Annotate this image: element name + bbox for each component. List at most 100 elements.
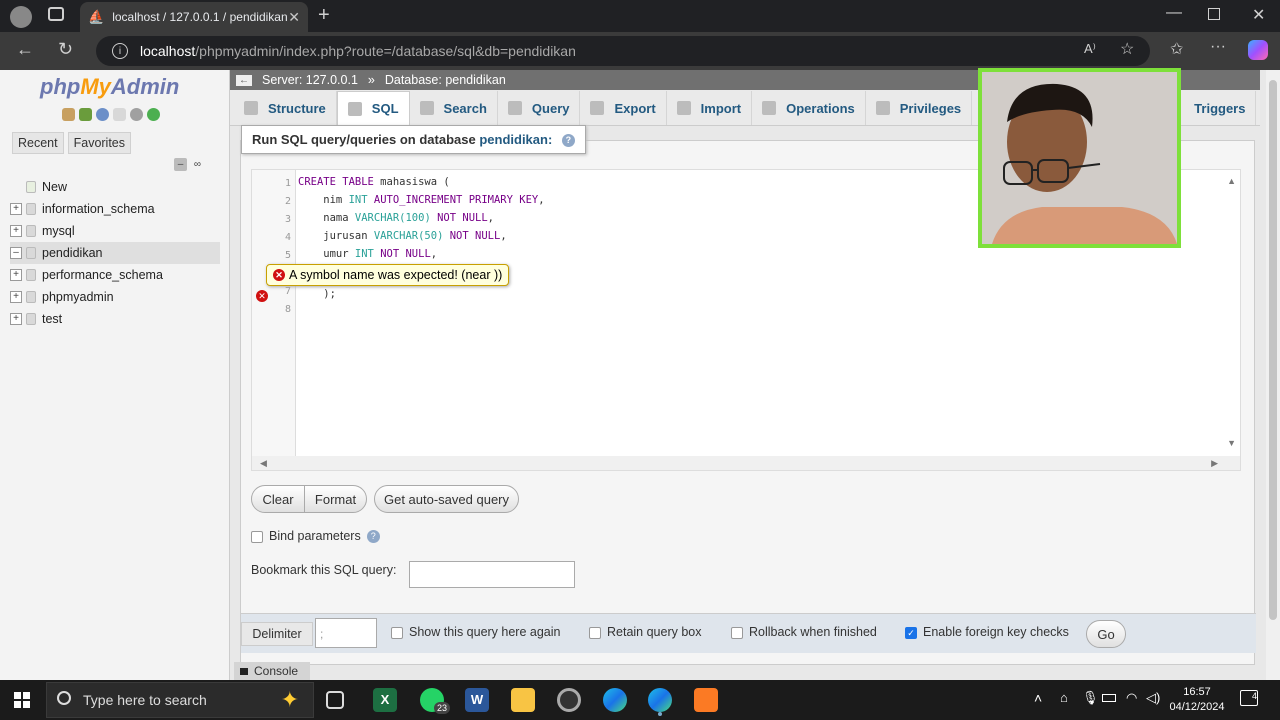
file-explorer-icon[interactable] [511,688,535,712]
legend-db-name[interactable]: pendidikan: [479,132,552,147]
tree-item-information-schema[interactable]: + information_schema [10,198,220,220]
show-query-option[interactable]: Show this query here again [391,625,560,639]
new-tab-icon[interactable]: + [318,4,330,27]
profile-avatar-icon[interactable] [10,6,32,28]
favorites-tab[interactable]: Favorites [67,132,132,154]
edge-active-icon[interactable] [648,688,672,712]
horizontal-scrollbar[interactable]: ◀ ▶ [252,456,1240,470]
scroll-up-icon[interactable]: ▲ [1227,176,1236,186]
word-icon[interactable]: W [465,688,489,712]
tray-battery-icon[interactable] [1102,694,1116,702]
help-icon[interactable]: ? [561,134,575,148]
docs-icon[interactable] [113,108,126,121]
notification-center-icon[interactable]: 4 [1240,690,1258,706]
taskbar-clock[interactable]: 16:57 04/12/2024 [1162,685,1232,715]
tab-privileges[interactable]: Privileges [866,91,973,125]
tree-item-new[interactable]: New [10,176,220,198]
rollback-option[interactable]: Rollback when finished [731,625,877,639]
delimiter-input[interactable]: ; [315,618,377,648]
read-aloud-icon[interactable]: A⁾ [1084,41,1096,57]
browser-tab[interactable]: ⛵ localhost / 127.0.0.1 / pendidikan ✕ [80,2,308,32]
taskbar-search-box[interactable]: Type here to search ✦ [46,682,314,718]
get-autosaved-query-button[interactable]: Get auto-saved query [374,485,519,513]
tree-item-performance-schema[interactable]: + performance_schema [10,264,220,286]
rollback-checkbox[interactable] [731,626,743,639]
tab-query[interactable]: Query [498,91,581,125]
chrome-icon[interactable] [557,688,581,712]
expand-icon[interactable]: + [10,313,22,325]
help-icon[interactable]: ? [366,530,380,544]
xampp-icon[interactable] [694,688,718,712]
task-view-icon[interactable] [326,691,344,709]
go-button[interactable]: Go [1086,620,1126,648]
tree-item-pendidikan[interactable]: – pendidikan [10,242,220,264]
collapse-all-icon[interactable]: – [174,158,187,171]
console-toggle[interactable]: Console [234,662,310,680]
tray-chevron-icon[interactable]: ˄ [1034,690,1042,706]
back-icon[interactable]: ← [16,39,34,60]
tab-actions-icon[interactable] [48,7,64,21]
breadcrumb-database[interactable]: Database: pendidikan [385,73,506,87]
fk-checks-option[interactable]: ✓ Enable foreign key checks [905,625,1069,639]
collapse-icon[interactable]: – [10,247,22,259]
url-field[interactable]: i localhost/phpmyadmin/index.php?route=/… [96,36,1150,66]
windows-start-icon[interactable] [14,692,30,708]
edge-icon[interactable] [603,688,627,712]
expand-icon[interactable]: + [10,269,22,281]
more-menu-icon[interactable]: ··· [1210,38,1226,56]
copilot-icon[interactable] [1248,40,1268,60]
page-scrollbar[interactable] [1266,70,1280,680]
close-window-icon[interactable]: ✕ [1252,5,1265,25]
bookmark-input[interactable] [409,561,575,588]
tray-volume-icon[interactable]: ◁) [1146,690,1160,706]
expand-icon[interactable]: + [10,203,22,215]
close-tab-icon[interactable]: ✕ [288,9,300,26]
show-query-checkbox[interactable] [391,626,403,639]
home-icon[interactable] [62,108,75,121]
retain-query-option[interactable]: Retain query box [589,625,702,639]
clear-button[interactable]: Clear [251,485,305,513]
reload-icon[interactable] [147,108,160,121]
tab-search[interactable]: Search [410,91,498,125]
maximize-icon[interactable] [1208,8,1220,20]
fk-checks-checkbox[interactable]: ✓ [905,626,917,639]
logout-icon[interactable] [79,108,92,121]
format-button[interactable]: Format [304,485,367,513]
link-with-main-icon[interactable]: ∞ [191,158,204,171]
refresh-icon[interactable]: ↻ [58,39,73,60]
tree-item-phpmyadmin[interactable]: + phpmyadmin [10,286,220,308]
recent-tab[interactable]: Recent [12,132,64,154]
retain-query-checkbox[interactable] [589,626,601,639]
error-marker-icon[interactable]: ✕ [256,290,268,302]
tab-import[interactable]: Import [667,91,753,125]
scroll-down-icon[interactable]: ▼ [1227,438,1236,448]
tab-export[interactable]: Export [580,91,667,125]
tab-operations[interactable]: Operations [752,91,866,125]
expand-icon[interactable]: + [10,291,22,303]
copilot-sparkle-icon[interactable]: ✦ [281,687,299,713]
tree-item-mysql[interactable]: + mysql [10,220,220,242]
tab-structure[interactable]: Structure [234,91,337,125]
tree-item-test[interactable]: + test [10,308,220,330]
tab-sql[interactable]: SQL [336,91,410,125]
bind-parameters-option[interactable]: Bind parameters? [251,529,380,544]
tray-mic-icon[interactable]: 🎙 [1082,690,1099,706]
scroll-left-icon[interactable]: ◀ [260,458,267,469]
scrollbar-thumb[interactable] [1269,80,1277,620]
help-icon[interactable] [96,108,109,121]
error-message: A symbol name was expected! (near )) [289,268,503,282]
tray-network-icon[interactable]: ⌂ [1060,690,1068,705]
excel-icon[interactable]: X [373,688,397,712]
favorites-list-icon[interactable]: ✩ [1170,39,1183,59]
site-info-icon[interactable]: i [112,43,128,59]
tray-wifi-icon[interactable]: ◠ [1126,690,1137,706]
bind-parameters-checkbox[interactable] [251,530,263,543]
collapse-nav-icon[interactable]: ← [236,74,252,86]
phpmyadmin-logo[interactable]: phpMyAdmin [40,74,179,100]
breadcrumb-server[interactable]: Server: 127.0.0.1 [262,73,358,87]
settings-icon[interactable] [130,108,143,121]
expand-icon[interactable]: + [10,225,22,237]
favorite-star-icon[interactable]: ☆ [1120,39,1134,59]
minimize-icon[interactable]: — [1166,4,1182,22]
scroll-right-icon[interactable]: ▶ [1211,458,1218,469]
